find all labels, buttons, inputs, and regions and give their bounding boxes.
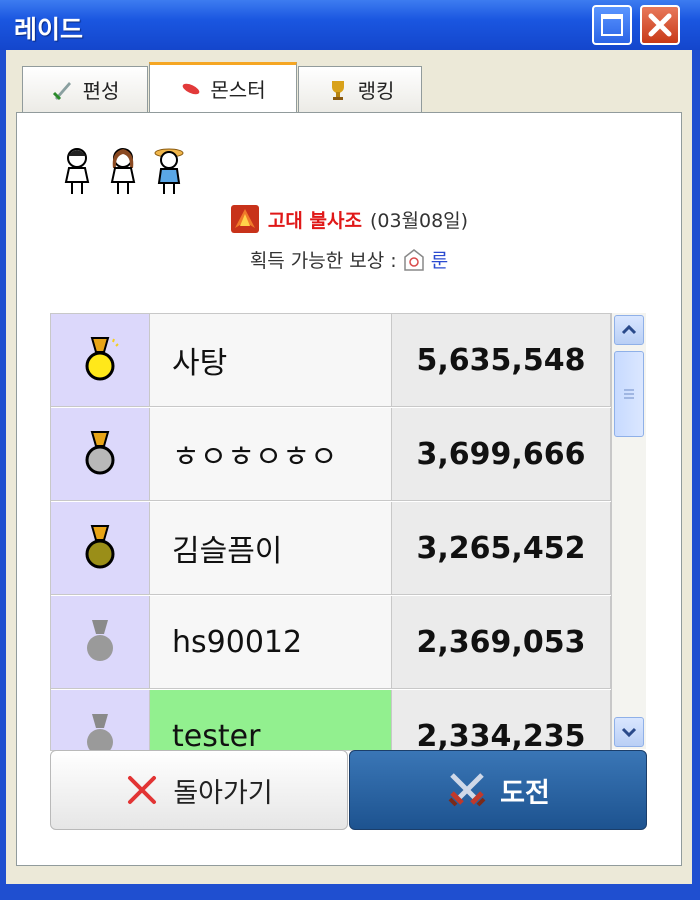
rank-cell — [51, 314, 150, 407]
raid-date: (03월08일) — [369, 209, 469, 232]
rank-cell — [51, 408, 150, 501]
tab-formation[interactable]: 편성 — [22, 66, 148, 112]
table-row-highlighted: tester 2,334,235 — [51, 690, 611, 750]
scroll-thumb[interactable] — [614, 351, 644, 437]
gray-medal-icon — [87, 620, 113, 661]
sword-icon — [52, 81, 71, 100]
monster-name: 고대 불사조 — [267, 209, 362, 232]
table-row: ㅎㅇㅎㅇㅎㅇ 3,699,666 — [51, 408, 611, 502]
table-row: 사탕 5,635,548 — [51, 314, 611, 408]
back-button[interactable]: 돌아가기 — [50, 750, 348, 830]
player-score: 3,699,666 — [392, 408, 611, 501]
ranking-scrollbar[interactable] — [612, 313, 646, 749]
ranking-table: 사탕 5,635,548 ㅎㅇㅎㅇㅎㅇ 3,699,666 김슬픔이 3,265… — [50, 313, 612, 751]
character-avatar-2 — [110, 148, 136, 194]
challenge-button-label: 도전 — [500, 777, 550, 809]
window-client: 편성 몬스터 랭킹 고대 불사조 (03월08일) 획득 가능한 보상: 룬 … — [6, 50, 692, 884]
character-avatar-3 — [154, 148, 184, 194]
trophy-icon — [331, 80, 344, 100]
player-name: tester — [150, 690, 392, 750]
table-row: hs90012 2,369,053 — [51, 596, 611, 690]
crossed-swords-icon — [448, 773, 486, 807]
player-name: hs90012 — [150, 596, 392, 689]
back-button-label: 돌아가기 — [173, 777, 273, 809]
party-members — [60, 146, 186, 196]
monster-info: 고대 불사조 (03월08일) — [6, 204, 692, 234]
reward-info: 획득 가능한 보상 : 룬 — [6, 246, 692, 273]
tab-monster[interactable]: 몬스터 — [149, 62, 297, 112]
tab-ranking[interactable]: 랭킹 — [298, 66, 422, 112]
gray-medal-icon — [87, 714, 113, 750]
player-name: 사탕 — [150, 314, 392, 407]
player-score: 3,265,452 — [392, 502, 611, 595]
rank-cell — [51, 690, 150, 750]
silver-medal-icon — [85, 431, 115, 475]
chevron-up-icon — [621, 324, 637, 335]
scroll-down-button[interactable] — [614, 717, 644, 747]
bronze-medal-icon — [85, 525, 115, 569]
player-name: ㅎㅇㅎㅇㅎㅇ — [150, 408, 392, 501]
gold-medal-icon — [85, 337, 119, 381]
player-score: 5,635,548 — [392, 314, 611, 407]
player-name: 김슬픔이 — [150, 502, 392, 595]
window-border — [0, 884, 700, 900]
tab-label: 랭킹 — [357, 79, 395, 103]
scroll-up-button[interactable] — [614, 315, 644, 345]
player-score: 2,334,235 — [392, 690, 611, 750]
raid-window: 레이드 편성 몬스터 랭킹 고대 불사조 (03월08일) 획득 가능한 보상 … — [0, 0, 700, 900]
rank-cell — [51, 502, 150, 595]
reward-label: 획득 가능한 보상 : — [249, 250, 397, 272]
rune-icon — [403, 248, 424, 271]
tab-label: 몬스터 — [210, 78, 266, 102]
title-bar[interactable]: 레이드 — [0, 0, 700, 50]
maximize-button[interactable] — [592, 5, 632, 45]
rank-cell — [51, 596, 150, 689]
maximize-icon — [601, 14, 623, 36]
window-title: 레이드 — [14, 15, 84, 44]
grip-icon — [624, 389, 634, 399]
player-score: 2,369,053 — [392, 596, 611, 689]
chevron-down-icon — [621, 727, 637, 738]
character-avatar-1 — [64, 148, 90, 194]
table-row: 김슬픔이 3,265,452 — [51, 502, 611, 596]
close-icon — [128, 776, 157, 804]
phoenix-icon — [230, 205, 259, 233]
monster-icon — [183, 83, 200, 94]
challenge-button[interactable]: 도전 — [349, 750, 647, 830]
tab-label: 편성 — [82, 79, 120, 103]
close-icon — [648, 13, 672, 37]
reward-item: 룬 — [430, 250, 449, 272]
close-button[interactable] — [640, 5, 680, 45]
